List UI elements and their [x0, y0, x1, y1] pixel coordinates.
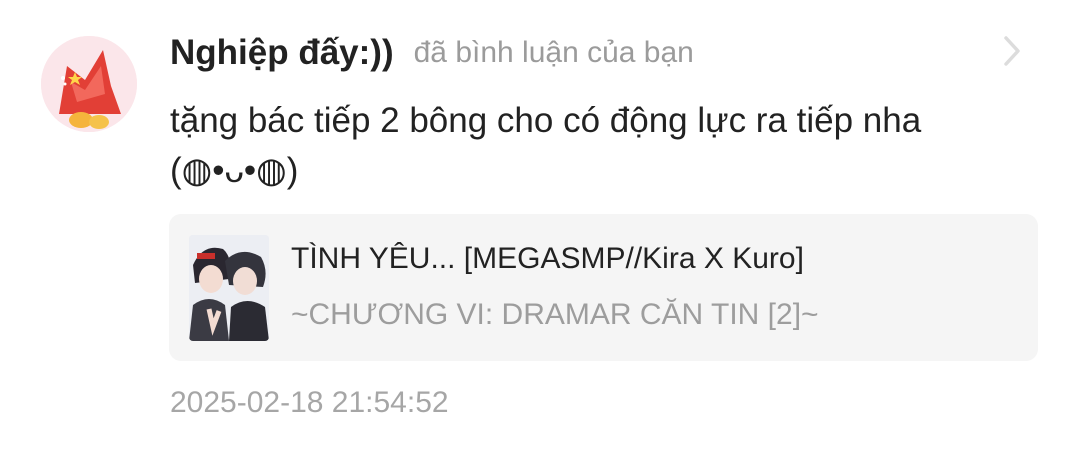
comment-text: tặng bác tiếp 2 bông cho có động lực ra … [170, 96, 1000, 196]
story-title: TÌNH YÊU... [MEGASMP//Kira X Kuro] [291, 242, 804, 275]
username[interactable]: Nghiệp đấy:)) [170, 33, 394, 73]
action-text: đã bình luận của bạn [413, 36, 694, 69]
story-card[interactable]: TÌNH YÊU... [MEGASMP//Kira X Kuro] ~CHƯƠ… [169, 214, 1038, 361]
user-avatar[interactable] [41, 36, 137, 132]
timestamp: 2025-02-18 21:54:52 [170, 386, 449, 419]
avatar-illustration-icon [41, 36, 137, 132]
chapter-title: ~CHƯƠNG VI: DRAMAR CĂN TIN [2]~ [291, 298, 819, 331]
chevron-right-icon[interactable] [998, 34, 1028, 68]
comment-notification[interactable]: Nghiệp đấy:)) đã bình luận của bạn tặng … [0, 0, 1080, 459]
notification-header: Nghiệp đấy:)) đã bình luận của bạn [170, 30, 694, 76]
comment-line-2: (◍•ᴗ•◍) [170, 151, 299, 190]
story-cover-image [189, 235, 269, 341]
comment-line-1: tặng bác tiếp 2 bông cho có động lực ra … [170, 101, 922, 140]
